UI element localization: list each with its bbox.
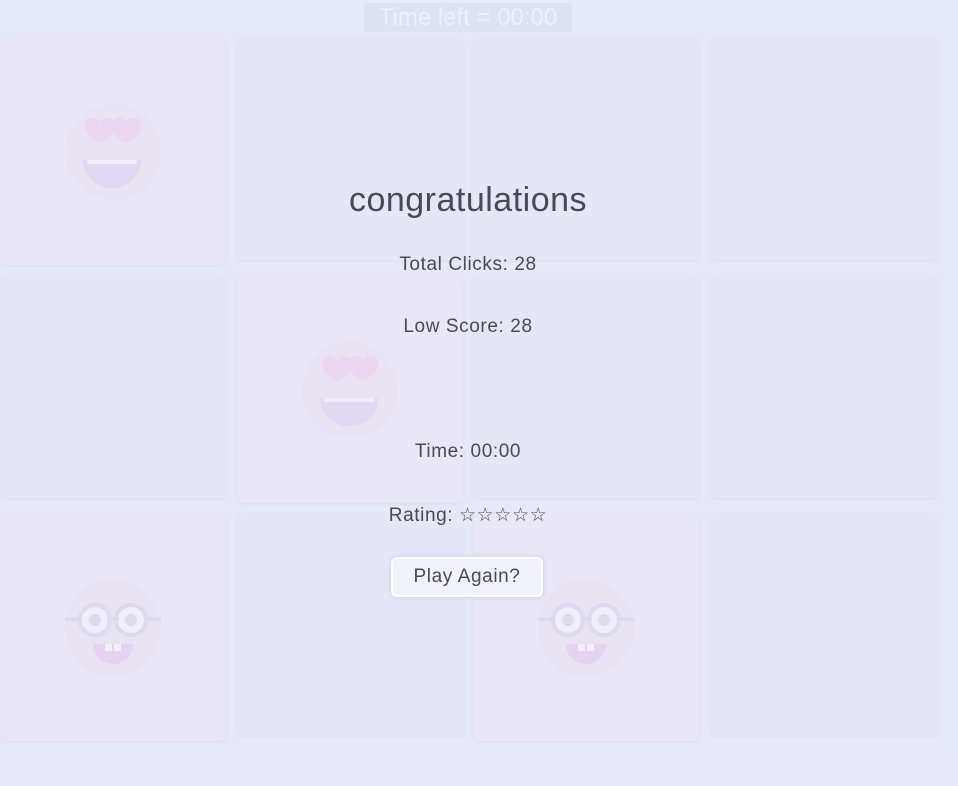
game-page: Time left = 00:00 congratulations Total … (0, 0, 958, 786)
rating-text: Rating: ☆☆☆☆☆ (388, 505, 548, 526)
modal-title: congratulations (348, 181, 588, 219)
total-clicks-text: Total Clicks: 28 (399, 254, 537, 275)
low-score-text: Low Score: 28 (403, 316, 533, 337)
time-text: Time: 00:00 (414, 441, 522, 462)
congratulations-modal: congratulations Total Clicks: 28 Low Sco… (0, 0, 958, 786)
play-again-button[interactable]: Play Again? (391, 557, 543, 597)
